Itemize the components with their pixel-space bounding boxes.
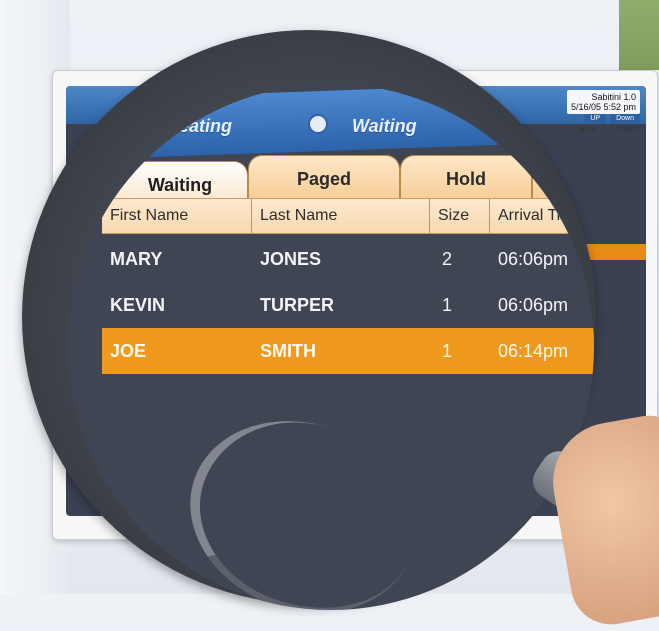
background-wall [619, 0, 659, 70]
header-last-name[interactable]: Last Name [252, 199, 430, 233]
cell-last-name: TURPER [260, 294, 335, 315]
magnifier-lens: Seating Waiting Waiting Paged Hold Se Fi… [68, 84, 594, 610]
tab-waiting-top[interactable]: Waiting [352, 116, 417, 137]
globe-icon [308, 114, 328, 134]
down-button[interactable]: Down [610, 114, 640, 123]
cell-first-name: MARY [110, 248, 163, 269]
header-size[interactable]: Size [430, 199, 490, 233]
cell-first-name: KEVIN [110, 294, 166, 315]
cell-first-name: JOE [110, 340, 147, 361]
header-arrival-time[interactable]: Arrival Ti [490, 199, 594, 233]
cell-last-name: JONES [260, 248, 322, 269]
table-row-selected[interactable]: JOE SMITH 1 06:14pm [102, 328, 594, 374]
tab-seating[interactable]: Seating [167, 116, 232, 137]
cell-size: 1 [442, 294, 453, 315]
top-tab-bar [81, 84, 594, 160]
cell-arrival: 06:06pm [498, 248, 569, 269]
cell-size: 1 [442, 340, 453, 361]
table-header: First Name Last Name Size Arrival Ti [102, 198, 594, 234]
header-first-name[interactable]: First Name [102, 199, 252, 233]
table-row[interactable]: KEVIN TURPER 1 06:06pm [102, 282, 594, 328]
cell-arrival: 06:06pm [498, 294, 569, 315]
cell-size: 2 [442, 248, 453, 269]
magnified-content: Seating Waiting Waiting Paged Hold Se Fi… [68, 84, 594, 610]
table-row[interactable]: MARY JONES 2 06:06pm [102, 236, 594, 282]
waiting-list: MARY JONES 2 06:06pm KEVIN TURPER 1 06:0… [102, 236, 594, 374]
paged-header: Paged [617, 126, 638, 133]
cell-arrival: 06:14pm [498, 340, 569, 361]
tab-seated[interactable]: Se [532, 155, 594, 202]
tab-hold[interactable]: Hold [400, 155, 532, 202]
tab-paged[interactable]: Paged [248, 155, 400, 202]
magnifier-rim: Seating Waiting Waiting Paged Hold Se Fi… [22, 30, 596, 610]
cell-last-name: SMITH [260, 340, 316, 361]
